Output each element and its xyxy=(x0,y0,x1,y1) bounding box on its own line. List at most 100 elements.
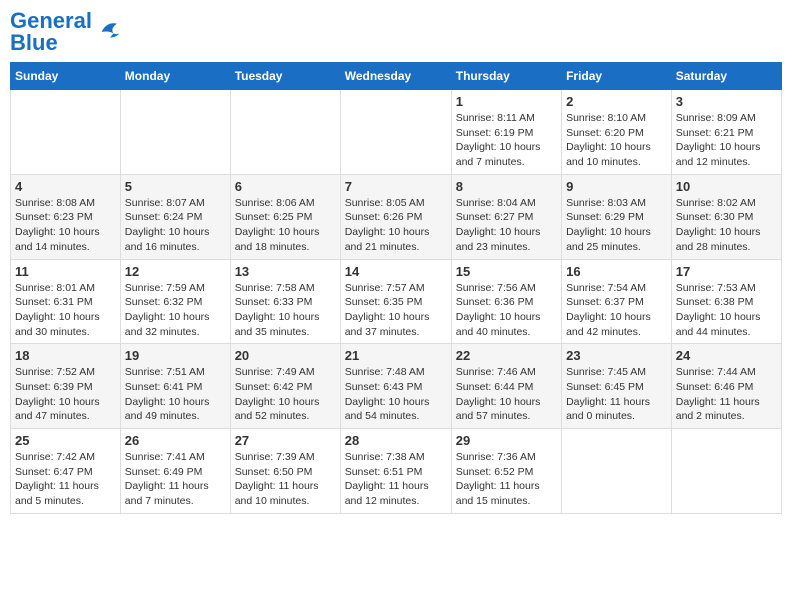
day-info: Sunrise: 8:11 AM Sunset: 6:19 PM Dayligh… xyxy=(456,111,557,170)
calendar-cell: 10 Sunrise: 8:02 AM Sunset: 6:30 PM Dayli… xyxy=(671,174,781,259)
weekday-header-wednesday: Wednesday xyxy=(340,63,451,90)
calendar-cell: 29 Sunrise: 7:36 AM Sunset: 6:52 PM Dayli… xyxy=(451,429,561,514)
day-info: Sunrise: 7:45 AM Sunset: 6:45 PM Dayligh… xyxy=(566,365,667,424)
day-number: 24 xyxy=(676,348,777,363)
calendar-week-row: 11 Sunrise: 8:01 AM Sunset: 6:31 PM Dayli… xyxy=(11,259,782,344)
header: General Blue xyxy=(10,10,782,54)
day-number: 9 xyxy=(566,179,667,194)
day-info: Sunrise: 8:08 AM Sunset: 6:23 PM Dayligh… xyxy=(15,196,116,255)
calendar-week-row: 18 Sunrise: 7:52 AM Sunset: 6:39 PM Dayli… xyxy=(11,344,782,429)
calendar-cell: 19 Sunrise: 7:51 AM Sunset: 6:41 PM Dayli… xyxy=(120,344,230,429)
day-number: 19 xyxy=(125,348,226,363)
calendar-cell: 14 Sunrise: 7:57 AM Sunset: 6:35 PM Dayli… xyxy=(340,259,451,344)
calendar-cell: 13Sunrise: 7:58 AM Sunset: 6:33 PM Dayli… xyxy=(230,259,340,344)
weekday-header-monday: Monday xyxy=(120,63,230,90)
day-number: 11 xyxy=(15,264,116,279)
calendar-week-row: 4 Sunrise: 8:08 AM Sunset: 6:23 PM Daylig… xyxy=(11,174,782,259)
day-number: 21 xyxy=(345,348,447,363)
day-number: 26 xyxy=(125,433,226,448)
calendar-cell: 6Sunrise: 8:06 AM Sunset: 6:25 PM Daylig… xyxy=(230,174,340,259)
calendar-cell: 11 Sunrise: 8:01 AM Sunset: 6:31 PM Dayli… xyxy=(11,259,121,344)
day-info: Sunrise: 7:48 AM Sunset: 6:43 PM Dayligh… xyxy=(345,365,447,424)
calendar-cell: 24Sunrise: 7:44 AM Sunset: 6:46 PM Dayli… xyxy=(671,344,781,429)
day-number: 1 xyxy=(456,94,557,109)
day-info: Sunrise: 7:49 AM Sunset: 6:42 PM Dayligh… xyxy=(235,365,336,424)
day-number: 29 xyxy=(456,433,557,448)
day-number: 23 xyxy=(566,348,667,363)
day-info: Sunrise: 7:36 AM Sunset: 6:52 PM Dayligh… xyxy=(456,450,557,509)
day-info: Sunrise: 7:59 AM Sunset: 6:32 PM Dayligh… xyxy=(125,281,226,340)
day-number: 8 xyxy=(456,179,557,194)
calendar-cell: 17 Sunrise: 7:53 AM Sunset: 6:38 PM Dayli… xyxy=(671,259,781,344)
calendar-cell: 15 Sunrise: 7:56 AM Sunset: 6:36 PM Dayli… xyxy=(451,259,561,344)
day-info: Sunrise: 8:04 AM Sunset: 6:27 PM Dayligh… xyxy=(456,196,557,255)
calendar-week-row: 25 Sunrise: 7:42 AM Sunset: 6:47 PM Dayli… xyxy=(11,429,782,514)
calendar-cell xyxy=(120,90,230,175)
logo-blue: Blue xyxy=(10,30,58,55)
day-info: Sunrise: 7:42 AM Sunset: 6:47 PM Dayligh… xyxy=(15,450,116,509)
weekday-header-friday: Friday xyxy=(562,63,672,90)
day-info: Sunrise: 7:54 AM Sunset: 6:37 PM Dayligh… xyxy=(566,281,667,340)
calendar-cell: 12Sunrise: 7:59 AM Sunset: 6:32 PM Dayli… xyxy=(120,259,230,344)
calendar-cell xyxy=(340,90,451,175)
logo: General Blue xyxy=(10,10,124,54)
day-number: 15 xyxy=(456,264,557,279)
day-number: 7 xyxy=(345,179,447,194)
day-info: Sunrise: 8:03 AM Sunset: 6:29 PM Dayligh… xyxy=(566,196,667,255)
day-number: 2 xyxy=(566,94,667,109)
calendar-cell: 18 Sunrise: 7:52 AM Sunset: 6:39 PM Dayli… xyxy=(11,344,121,429)
day-info: Sunrise: 8:10 AM Sunset: 6:20 PM Dayligh… xyxy=(566,111,667,170)
day-info: Sunrise: 7:38 AM Sunset: 6:51 PM Dayligh… xyxy=(345,450,447,509)
day-number: 6 xyxy=(235,179,336,194)
weekday-header-thursday: Thursday xyxy=(451,63,561,90)
calendar-cell: 4 Sunrise: 8:08 AM Sunset: 6:23 PM Daylig… xyxy=(11,174,121,259)
day-info: Sunrise: 7:51 AM Sunset: 6:41 PM Dayligh… xyxy=(125,365,226,424)
calendar-cell: 1 Sunrise: 8:11 AM Sunset: 6:19 PM Daylig… xyxy=(451,90,561,175)
day-info: Sunrise: 7:56 AM Sunset: 6:36 PM Dayligh… xyxy=(456,281,557,340)
day-number: 18 xyxy=(15,348,116,363)
day-info: Sunrise: 7:46 AM Sunset: 6:44 PM Dayligh… xyxy=(456,365,557,424)
calendar-cell: 7 Sunrise: 8:05 AM Sunset: 6:26 PM Daylig… xyxy=(340,174,451,259)
day-info: Sunrise: 7:57 AM Sunset: 6:35 PM Dayligh… xyxy=(345,281,447,340)
calendar-cell xyxy=(562,429,672,514)
calendar-table: SundayMondayTuesdayWednesdayThursdayFrid… xyxy=(10,62,782,514)
calendar-cell: 9 Sunrise: 8:03 AM Sunset: 6:29 PM Daylig… xyxy=(562,174,672,259)
calendar-cell: 5Sunrise: 8:07 AM Sunset: 6:24 PM Daylig… xyxy=(120,174,230,259)
day-number: 3 xyxy=(676,94,777,109)
calendar-cell: 2 Sunrise: 8:10 AM Sunset: 6:20 PM Daylig… xyxy=(562,90,672,175)
calendar-cell xyxy=(230,90,340,175)
calendar-cell: 28Sunrise: 7:38 AM Sunset: 6:51 PM Dayli… xyxy=(340,429,451,514)
day-number: 10 xyxy=(676,179,777,194)
day-info: Sunrise: 7:53 AM Sunset: 6:38 PM Dayligh… xyxy=(676,281,777,340)
day-number: 5 xyxy=(125,179,226,194)
calendar-cell: 20Sunrise: 7:49 AM Sunset: 6:42 PM Dayli… xyxy=(230,344,340,429)
calendar-week-row: 1 Sunrise: 8:11 AM Sunset: 6:19 PM Daylig… xyxy=(11,90,782,175)
day-info: Sunrise: 7:52 AM Sunset: 6:39 PM Dayligh… xyxy=(15,365,116,424)
day-info: Sunrise: 8:01 AM Sunset: 6:31 PM Dayligh… xyxy=(15,281,116,340)
weekday-header-tuesday: Tuesday xyxy=(230,63,340,90)
day-info: Sunrise: 7:58 AM Sunset: 6:33 PM Dayligh… xyxy=(235,281,336,340)
calendar-cell: 23 Sunrise: 7:45 AM Sunset: 6:45 PM Dayli… xyxy=(562,344,672,429)
calendar-cell xyxy=(11,90,121,175)
day-number: 17 xyxy=(676,264,777,279)
day-info: Sunrise: 8:09 AM Sunset: 6:21 PM Dayligh… xyxy=(676,111,777,170)
calendar-cell: 21 Sunrise: 7:48 AM Sunset: 6:43 PM Dayli… xyxy=(340,344,451,429)
weekday-header-row: SundayMondayTuesdayWednesdayThursdayFrid… xyxy=(11,63,782,90)
calendar-cell xyxy=(671,429,781,514)
calendar-cell: 3 Sunrise: 8:09 AM Sunset: 6:21 PM Daylig… xyxy=(671,90,781,175)
day-info: Sunrise: 8:05 AM Sunset: 6:26 PM Dayligh… xyxy=(345,196,447,255)
day-number: 22 xyxy=(456,348,557,363)
day-info: Sunrise: 7:41 AM Sunset: 6:49 PM Dayligh… xyxy=(125,450,226,509)
day-number: 25 xyxy=(15,433,116,448)
weekday-header-saturday: Saturday xyxy=(671,63,781,90)
weekday-header-sunday: Sunday xyxy=(11,63,121,90)
day-info: Sunrise: 8:02 AM Sunset: 6:30 PM Dayligh… xyxy=(676,196,777,255)
logo-bird-icon xyxy=(96,18,124,46)
calendar-cell: 16 Sunrise: 7:54 AM Sunset: 6:37 PM Dayli… xyxy=(562,259,672,344)
calendar-cell: 26 Sunrise: 7:41 AM Sunset: 6:49 PM Dayli… xyxy=(120,429,230,514)
day-number: 16 xyxy=(566,264,667,279)
day-number: 4 xyxy=(15,179,116,194)
day-number: 14 xyxy=(345,264,447,279)
calendar-cell: 25 Sunrise: 7:42 AM Sunset: 6:47 PM Dayli… xyxy=(11,429,121,514)
calendar-cell: 8 Sunrise: 8:04 AM Sunset: 6:27 PM Daylig… xyxy=(451,174,561,259)
